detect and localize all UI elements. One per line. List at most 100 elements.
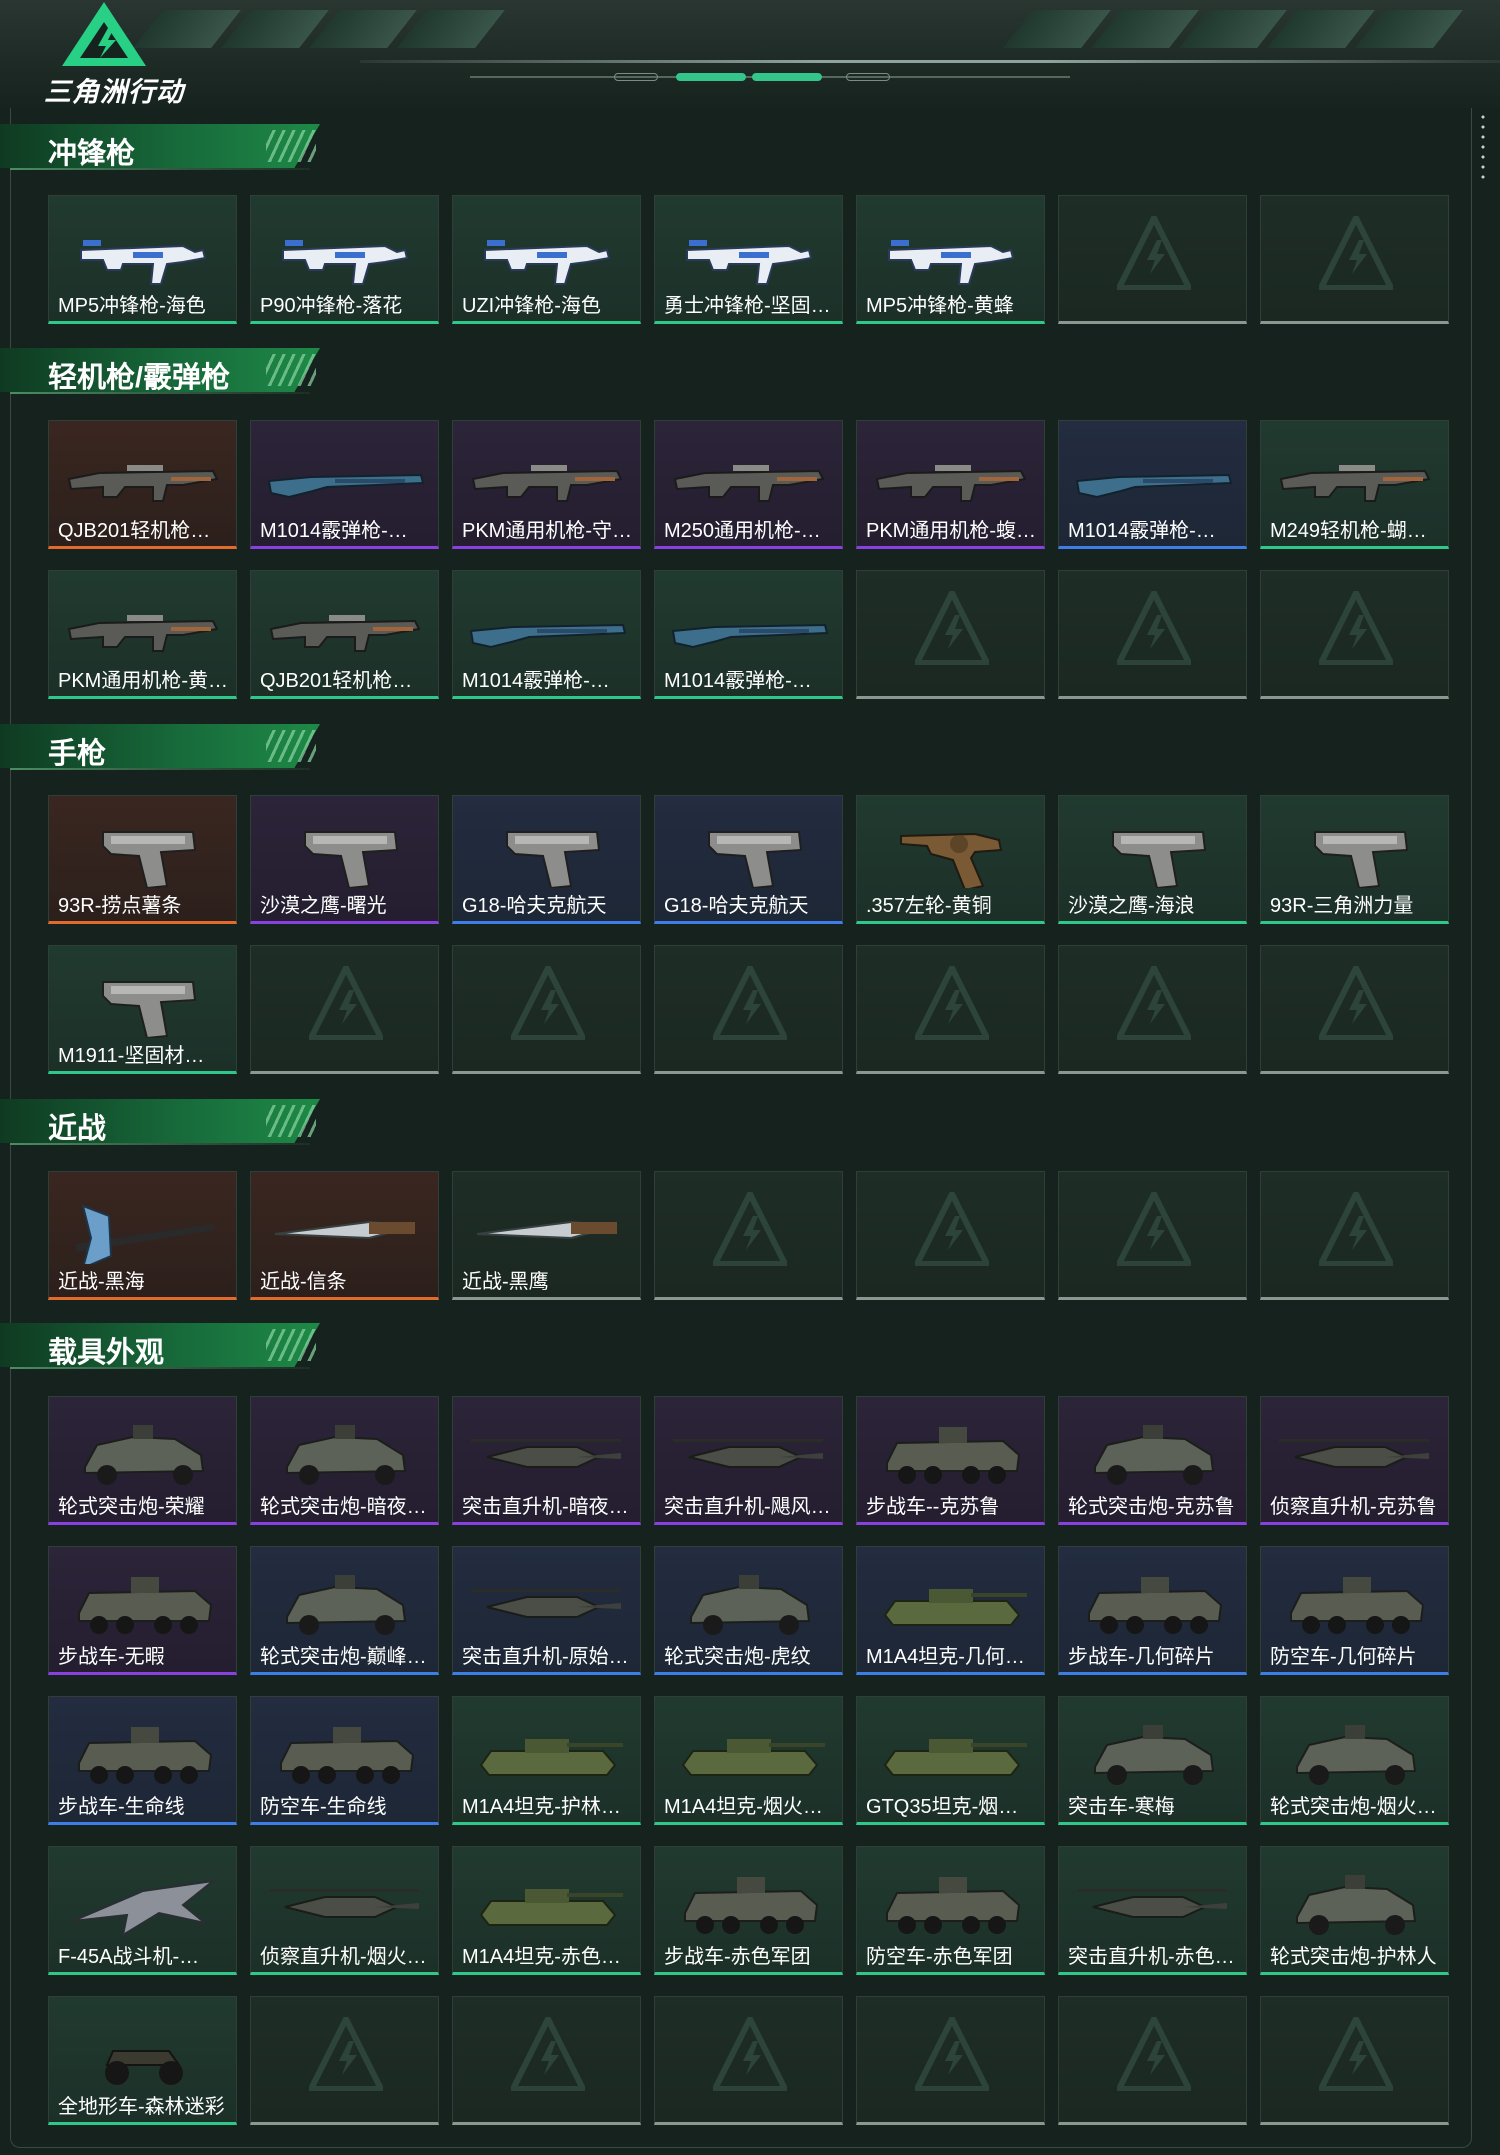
knife-icon [274,1220,416,1240]
header-decor-slash [1355,10,1463,48]
skin-card[interactable]: PKM通用机枪-守… [452,420,641,549]
skin-card[interactable]: QJB201轻机枪… [48,420,237,549]
skin-card[interactable]: M1014霰弹枪-… [654,570,843,699]
skin-card[interactable]: M1911-坚固材… [48,945,237,1074]
skin-name: 突击直升机-暗夜行… [462,1496,636,1518]
skin-card[interactable]: P90冲锋枪-落花 [250,195,439,324]
skin-name: M250通用机枪-… [664,520,821,542]
delta-watermark-icon [915,591,989,665]
skin-card[interactable]: GTQ35坦克-烟… [856,1696,1045,1825]
skin-card[interactable]: 侦察直升机-烟火2… [250,1846,439,1975]
section-title: 近战 [48,1113,107,1145]
skin-card[interactable]: M250通用机枪-… [654,420,843,549]
skin-card[interactable]: MP5冲锋枪-海色 [48,195,237,324]
delta-watermark-icon [713,1192,787,1266]
skin-card[interactable]: 防空车-生命线 [250,1696,439,1825]
knife-icon [476,1220,618,1240]
skin-card[interactable]: G18-哈夫克航天 [654,795,843,924]
skin-card[interactable]: 突击直升机-暗夜行… [452,1396,641,1525]
heli-icon [1077,1889,1227,1918]
skin-card[interactable]: 轮式突击炮-巅峰竞… [250,1546,439,1675]
skin-name: 步战车--克苏鲁 [866,1496,1000,1518]
skin-card[interactable]: G18-哈夫克航天 [452,795,641,924]
scrollbar[interactable] [1480,112,1486,180]
skin-card[interactable]: 轮式突击炮-克苏鲁 [1058,1396,1247,1525]
skin-card[interactable]: 轮式突击炮-虎纹 [654,1546,843,1675]
delta-watermark-icon [511,966,585,1040]
skin-card[interactable]: 步战车-几何碎片 [1058,1546,1247,1675]
skin-card[interactable]: M1014霰弹枪-… [452,570,641,699]
empty-slot [1058,1996,1247,2125]
empty-slot [856,1171,1045,1300]
skin-card[interactable]: 93R-捞点薯条 [48,795,237,924]
skin-name: PKM通用机枪-黄… [58,670,228,692]
skin-name: 防空车-赤色军团 [866,1946,1013,1968]
skin-card[interactable]: 侦察直升机-克苏鲁 [1260,1396,1449,1525]
skin-name: PKM通用机枪-蝮… [866,520,1036,542]
skin-name: 侦察直升机-烟火2… [260,1946,434,1968]
skin-card[interactable]: MP5冲锋枪-黄蜂 [856,195,1045,324]
skin-card[interactable]: 轮式突击炮-护林人 [1260,1846,1449,1975]
pistol-icon [102,831,197,888]
skin-card[interactable]: PKM通用机枪-蝮… [856,420,1045,549]
skin-card[interactable]: 防空车-赤色军团 [856,1846,1045,1975]
skin-name: 近战-信条 [260,1271,347,1293]
skin-card[interactable]: QJB201轻机枪… [250,570,439,699]
skin-card[interactable]: M1A4坦克-烟火… [654,1696,843,1825]
section-header: 轻机枪/霰弹枪 [0,346,330,398]
skin-card[interactable]: 步战车--克苏鲁 [856,1396,1045,1525]
lmg-icon [673,465,825,502]
delta-watermark-icon [1319,1192,1393,1266]
section-header: 载具外观 [0,1321,330,1373]
skin-card[interactable]: 轮式突击炮-荣耀 [48,1396,237,1525]
skin-card[interactable]: M1A4坦克-几何… [856,1546,1045,1675]
delta-watermark-icon [1319,966,1393,1040]
skin-card[interactable]: .357左轮-黄铜 [856,795,1045,924]
skin-card[interactable]: 近战-信条 [250,1171,439,1300]
apc-icon [684,1877,819,1934]
skin-card[interactable]: 近战-黑鹰 [452,1171,641,1300]
skin-card[interactable]: 突击直升机-飓风行… [654,1396,843,1525]
delta-watermark-icon [511,2017,585,2091]
apc-icon [1290,1577,1425,1634]
skin-name: 防空车-几何碎片 [1270,1646,1417,1668]
skin-card[interactable]: 步战车-生命线 [48,1696,237,1825]
skin-name: P90冲锋枪-落花 [260,295,403,317]
skin-card[interactable]: 防空车-几何碎片 [1260,1546,1449,1675]
skin-card[interactable]: M249轻机枪-蝴… [1260,420,1449,549]
skin-card[interactable]: M1A4坦克-护林… [452,1696,641,1825]
car-icon [84,1425,205,1485]
skin-card[interactable]: 突击直升机-原始伪… [452,1546,641,1675]
skin-card[interactable]: 沙漠之鹰-海浪 [1058,795,1247,924]
delta-watermark-icon [1117,1192,1191,1266]
skin-card[interactable]: UZI冲锋枪-海色 [452,195,641,324]
skin-card[interactable]: 勇士冲锋枪-坚固材… [654,195,843,324]
lmg-icon [67,465,219,502]
skin-card[interactable]: 突击车-寒梅 [1058,1696,1247,1825]
skin-card[interactable]: M1014霰弹枪-… [250,420,439,549]
section-title: 冲锋枪 [48,138,136,170]
delta-watermark-icon [915,1192,989,1266]
skin-card[interactable]: M1A4坦克-赤色… [452,1846,641,1975]
heli-icon [471,1589,621,1618]
skin-card[interactable]: 全地形车-森林迷彩 [48,1996,237,2125]
skin-name: M1911-坚固材… [58,1045,205,1067]
skin-card[interactable]: 轮式突击炮-烟火2… [1260,1696,1449,1825]
skin-card[interactable]: M1014霰弹枪-… [1058,420,1247,549]
revolver-icon [900,832,1003,888]
skin-card[interactable]: 93R-三角洲力量 [1260,795,1449,924]
skin-name: QJB201轻机枪… [58,520,211,542]
skin-card[interactable]: 近战-黑海 [48,1171,237,1300]
smg-icon [686,240,813,285]
skin-name: 沙漠之鹰-海浪 [1068,895,1195,917]
skin-card[interactable]: F-45A战斗机-… [48,1846,237,1975]
empty-slot [250,945,439,1074]
skin-card[interactable]: 步战车-赤色军团 [654,1846,843,1975]
skin-name: 步战车-赤色军团 [664,1946,811,1968]
skin-card[interactable]: PKM通用机枪-黄… [48,570,237,699]
skin-card[interactable]: 突击直升机-赤色军… [1058,1846,1247,1975]
skin-card[interactable]: 步战车-无暇 [48,1546,237,1675]
skin-card[interactable]: 轮式突击炮-暗夜行… [250,1396,439,1525]
skin-card[interactable]: 沙漠之鹰-曙光 [250,795,439,924]
skin-name: 防空车-生命线 [260,1796,387,1818]
